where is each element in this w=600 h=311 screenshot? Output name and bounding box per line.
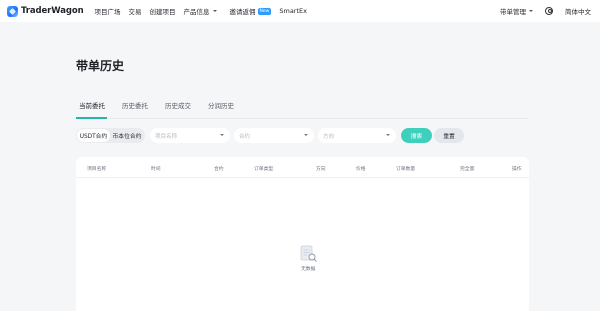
- traderwagon-logo-icon: [7, 5, 18, 17]
- nav-project-square[interactable]: 项目广场: [95, 6, 121, 16]
- column-header-time: 时间: [151, 167, 161, 172]
- column-header-order-qty: 订单数量: [396, 167, 416, 172]
- contract-placeholder: 合约: [239, 133, 251, 140]
- brand-name: TraderWagon: [21, 6, 84, 16]
- chevron-down-icon: [304, 134, 308, 136]
- column-header-direction: 方向: [316, 167, 326, 172]
- column-header-order-type: 订单类型: [254, 167, 274, 172]
- nav-product-info[interactable]: 产品信息: [184, 6, 217, 16]
- page-title: 带单历史: [76, 59, 125, 73]
- nav-product-info-label: 产品信息: [183, 8, 210, 16]
- nav-referral-label: 邀请返佣: [229, 8, 256, 16]
- chevron-down-icon: [212, 10, 217, 12]
- column-header-price: 价格: [356, 167, 366, 172]
- search-button[interactable]: 搜索: [401, 128, 432, 143]
- segment-usdt-futures[interactable]: USDT合约: [77, 129, 110, 142]
- no-data-icon: [300, 245, 317, 262]
- column-header-actions: 操作: [512, 167, 522, 172]
- tab-order-history[interactable]: 历史委托: [122, 100, 148, 110]
- nav-trade[interactable]: 交易: [129, 6, 142, 16]
- tabs-divider: [76, 118, 529, 119]
- project-name-select[interactable]: 项目名称: [150, 128, 230, 143]
- user-account-icon[interactable]: [545, 7, 553, 15]
- direction-select[interactable]: 方向: [318, 128, 396, 143]
- contract-type-toggle: USDT合约 币本位合约: [76, 128, 145, 143]
- column-header-project-name: 项目名称: [87, 167, 107, 172]
- nav-referral[interactable]: 邀请返佣 New: [230, 6, 272, 16]
- chevron-down-icon: [529, 10, 533, 12]
- nav-smartex[interactable]: SmartEx: [279, 7, 307, 15]
- language-selector[interactable]: 简体中文: [565, 6, 591, 16]
- table-header-divider: [76, 177, 529, 178]
- brand-logo[interactable]: TraderWagon: [7, 5, 84, 17]
- tab-current-orders[interactable]: 当前委托: [79, 100, 105, 110]
- new-badge: New: [257, 7, 272, 15]
- chevron-down-icon: [386, 134, 390, 136]
- top-navbar: TraderWagon 项目广场 交易 创建项目 产品信息 邀请返佣 New S…: [0, 0, 600, 22]
- orders-table: [76, 157, 529, 311]
- column-header-contract: 合约: [214, 167, 224, 172]
- column-header-filled-qty: 完全量: [460, 167, 475, 172]
- active-tab-indicator: [76, 117, 107, 119]
- nav-create-project[interactable]: 创建项目: [150, 6, 176, 16]
- direction-placeholder: 方向: [323, 133, 335, 140]
- reset-button[interactable]: 重置: [434, 128, 464, 143]
- chevron-down-icon: [220, 134, 224, 136]
- project-name-placeholder: 项目名称: [155, 133, 178, 140]
- tab-bar: 当前委托 历史委托 历史成交 分润历史: [79, 100, 251, 110]
- lead-management-menu[interactable]: 带单管理: [500, 6, 533, 16]
- lead-management-label: 带单管理: [500, 8, 526, 16]
- tab-trade-history[interactable]: 历史成交: [165, 100, 191, 110]
- tab-profit-share-history[interactable]: 分润历史: [208, 100, 234, 110]
- empty-state-text: 无数据: [301, 267, 316, 272]
- navbar-right: 带单管理 简体中文: [500, 0, 600, 22]
- segment-coin-futures[interactable]: 币本位合约: [110, 129, 144, 142]
- contract-select[interactable]: 合约: [234, 128, 314, 143]
